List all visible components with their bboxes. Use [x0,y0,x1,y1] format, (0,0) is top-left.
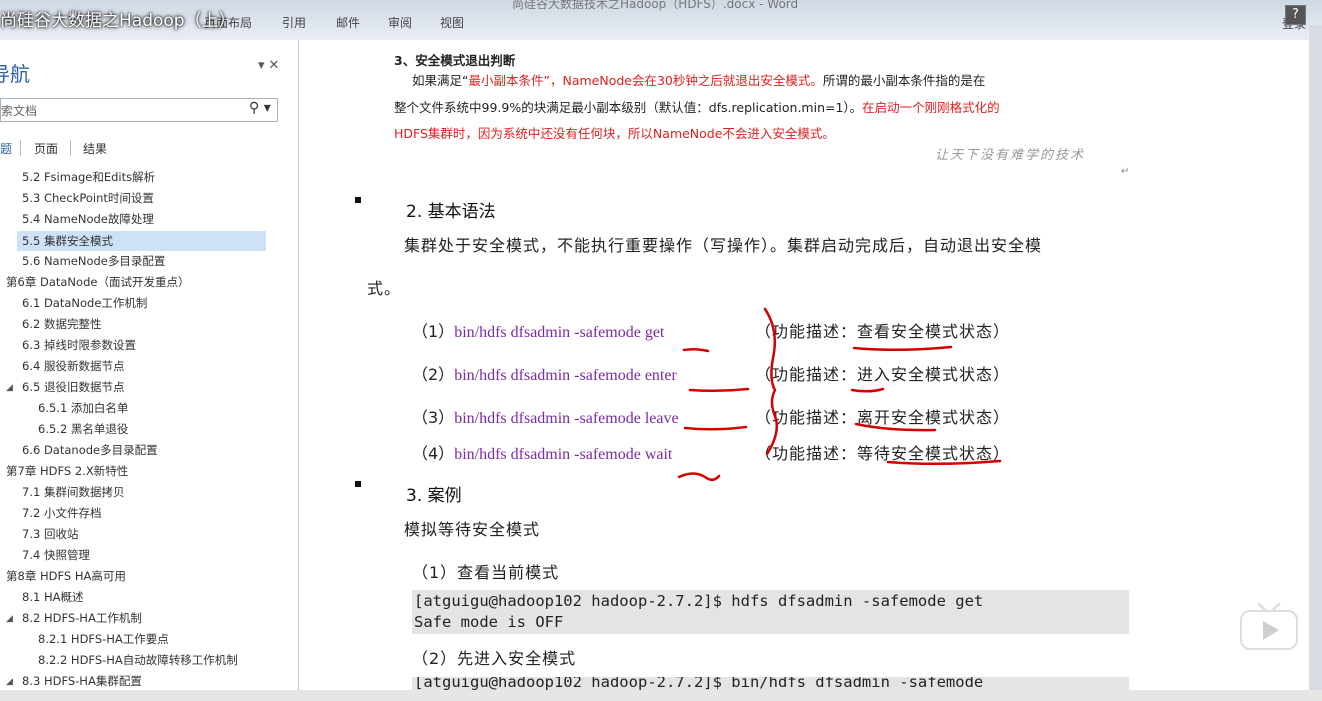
nav-item[interactable]: 8.1 HA概述 [22,587,83,607]
video-title: 尚硅谷大数据之Hadoop（上） [0,11,236,31]
nav-item[interactable]: 7.1 集群间数据拷贝 [22,482,124,502]
code-line: [atguigu@hadoop102 hadoop-2.7.2]$ bin/hd… [414,677,984,690]
nav-item-selected[interactable]: 5.5 集群安全模式 [17,231,266,251]
underline-mark [854,422,937,432]
nav-item[interactable]: 第8章 HDFS HA高可用 [6,566,126,586]
nav-item[interactable]: 6.3 掉线时限参数设置 [22,335,136,355]
close-icon[interactable]: ✕ [269,58,284,73]
nav-item[interactable]: 7.2 小文件存档 [22,503,101,523]
underline-mark [683,425,748,431]
underline-mark [852,345,953,352]
bracket-mark [763,307,778,456]
underline-mark [677,472,721,481]
nav-item[interactable]: 6.4 服役新数据节点 [22,356,124,376]
heading-case: 3. 案例 [406,486,462,506]
nav-item[interactable]: 6.1 DataNode工作机制 [22,293,147,313]
underline-mark [682,347,710,353]
paragraph-line: （2）先进入安全模式 [412,649,577,668]
nav-item[interactable]: 5.4 NameNode故障处理 [22,209,154,229]
underline-mark [886,459,1002,466]
nav-item[interactable]: 第6章 DataNode（面试开发重点） [6,272,189,292]
tab-references[interactable]: 引用 [282,14,306,31]
collapse-triangle-icon[interactable]: ◢ [6,383,13,393]
tab-pages[interactable]: 页面 [34,140,58,157]
play-icon[interactable] [1239,603,1299,651]
nav-item[interactable]: 5.2 Fsimage和Edits解析 [22,167,155,187]
nav-item[interactable]: 6.5.1 添加白名单 [38,398,128,418]
paragraph-line: （1）查看当前模式 [412,563,560,582]
collapse-triangle-icon[interactable]: ◢ [6,614,13,624]
nav-item[interactable]: 6.5 退役旧数据节点 [22,377,124,397]
dropdown-icon[interactable]: ▾ [258,58,269,73]
nav-item[interactable]: 8.2.1 HDFS-HA工作要点 [38,629,169,649]
code-line: Safe mode is OFF [414,613,564,631]
nav-item[interactable]: 7.3 回收站 [22,524,78,544]
status-bar [0,690,1322,701]
document-title: 尚硅谷大数据技术之Hadoop（HDFS）.docx - Word [512,0,799,11]
nav-title: 导航 [0,62,30,86]
window-edge [1309,25,1322,690]
nav-item[interactable]: 8.2.2 HDFS-HA自动故障转移工作机制 [38,650,238,670]
document-page[interactable]: 3、安全模式退出判断 如果满足“最小副本条件”，NameNode会在30秒钟之后… [299,40,1309,690]
code-block: [atguigu@hadoop102 hadoop-2.7.2]$ hdfs d… [412,590,1129,634]
navigation-pane: 导航 ▾✕ 搜索文档 ⚲ ▾ 标题 页面 结果 5.2 Fsimage和Edit… [0,40,299,692]
paragraph-line: 模拟等待安全模式 [404,520,541,539]
nav-item[interactable]: 6.2 数据完整性 [22,314,101,334]
nav-item[interactable]: 5.6 NameNode多目录配置 [22,251,165,271]
nav-pane-controls[interactable]: ▾✕ [258,58,283,73]
search-input[interactable]: 搜索文档 [0,102,37,119]
nav-item[interactable]: 第7章 HDFS 2.X新特性 [6,461,128,481]
nav-item[interactable]: 8.2 HDFS-HA工作机制 [22,608,142,628]
tab-results[interactable]: 结果 [83,140,107,157]
underline-mark [688,387,750,393]
code-block: [atguigu@hadoop102 hadoop-2.7.2]$ bin/hd… [412,677,1129,690]
tab-headings[interactable]: 标题 [0,140,12,157]
tab-review[interactable]: 审阅 [388,14,412,31]
divider [20,140,21,156]
help-button[interactable]: ? [1285,5,1306,25]
collapse-triangle-icon[interactable]: ◢ [6,677,13,687]
search-icon[interactable]: ⚲ ▾ [249,100,271,116]
bullet [355,481,361,487]
nav-item[interactable]: 6.5.2 黑名单退役 [38,419,128,439]
nav-item[interactable]: 5.3 CheckPoint时间设置 [22,188,154,208]
underline-mark [850,387,885,393]
code-line: [atguigu@hadoop102 hadoop-2.7.2]$ hdfs d… [414,592,984,610]
nav-item[interactable]: 6.6 Datanode多目录配置 [22,440,158,460]
nav-item[interactable]: 7.4 快照管理 [22,545,90,565]
divider [70,140,71,156]
search-box[interactable]: 搜索文档 ⚲ ▾ [0,98,278,122]
tab-view[interactable]: 视图 [440,14,464,31]
tab-mailings[interactable]: 邮件 [336,14,360,31]
nav-item[interactable]: 8.3 HDFS-HA集群配置 [22,671,142,691]
